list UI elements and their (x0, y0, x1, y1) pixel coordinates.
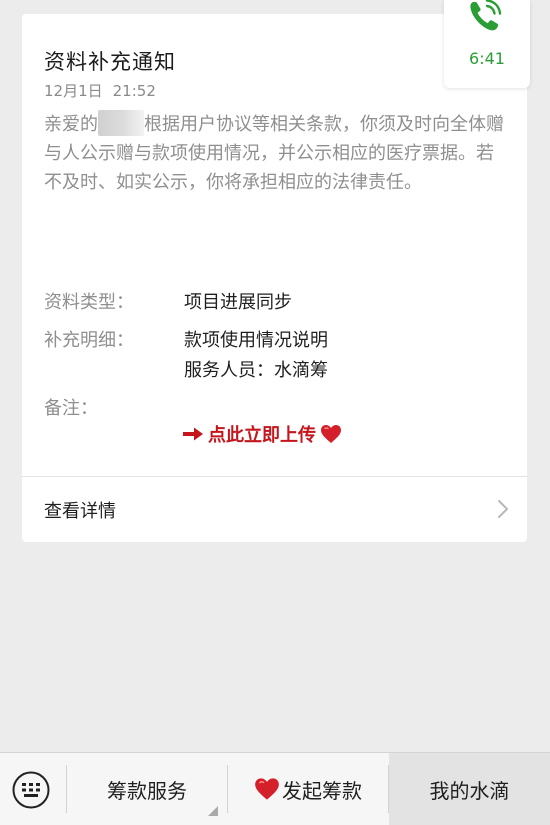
notification-timestamp: 12月1日 21:52 (44, 80, 156, 101)
notification-title: 资料补充通知 (44, 50, 176, 74)
redacted-name (98, 110, 144, 136)
call-floating-widget[interactable]: 6:41 (444, 0, 530, 88)
intro-prefix: 亲爱的 (44, 114, 98, 135)
tab-start-fundraising-label: 发起筹款 (282, 778, 362, 803)
call-duration: 6:41 (469, 49, 505, 68)
upload-now-link[interactable]: 点此立即上传 (182, 421, 342, 447)
submenu-indicator-icon (208, 806, 218, 816)
detail-value-usage: 款项使用情况说明 (184, 330, 328, 351)
notification-card: 资料补充通知 12月1日 21:52 亲爱的 根据用户协议等相关条款，你须及时向全体… (22, 14, 527, 542)
type-value: 项目进展同步 (184, 292, 292, 313)
tab-fundraising-service-label: 筹款服务 (107, 778, 187, 803)
tab-my-shuidi-label: 我的水滴 (429, 778, 510, 803)
view-details-row[interactable]: 查看详情 (22, 477, 527, 541)
tab-start-fundraising[interactable]: 发起筹款 (228, 753, 388, 825)
type-label: 资料类型： (44, 292, 134, 313)
upload-now-label: 点此立即上传 (208, 425, 316, 446)
chevron-right-icon (498, 500, 508, 518)
bottom-menu-bar: 筹款服务 发起筹款 我的水滴 (0, 752, 550, 825)
tab-my-shuidi[interactable]: 我的水滴 (389, 753, 550, 825)
phone-call-icon (470, 0, 502, 31)
heart-icon (321, 425, 341, 443)
keyboard-icon[interactable] (12, 771, 50, 809)
heart-icon (255, 778, 279, 800)
detail-value-staff: 服务人员：水滴筹 (184, 360, 328, 381)
tab-fundraising-service[interactable]: 筹款服务 (67, 753, 227, 825)
notification-body: 亲爱的 根据用户协议等相关条款，你须及时向全体赠与人公示赠与款项使用情况，并公示相… (44, 110, 506, 197)
detail-label: 补充明细： (44, 330, 134, 351)
arrow-right-icon (183, 427, 203, 441)
notification-date: 12月1日 (44, 82, 103, 100)
notification-time: 21:52 (112, 82, 156, 100)
view-details-label: 查看详情 (44, 501, 116, 522)
remark-label: 备注： (44, 398, 98, 419)
